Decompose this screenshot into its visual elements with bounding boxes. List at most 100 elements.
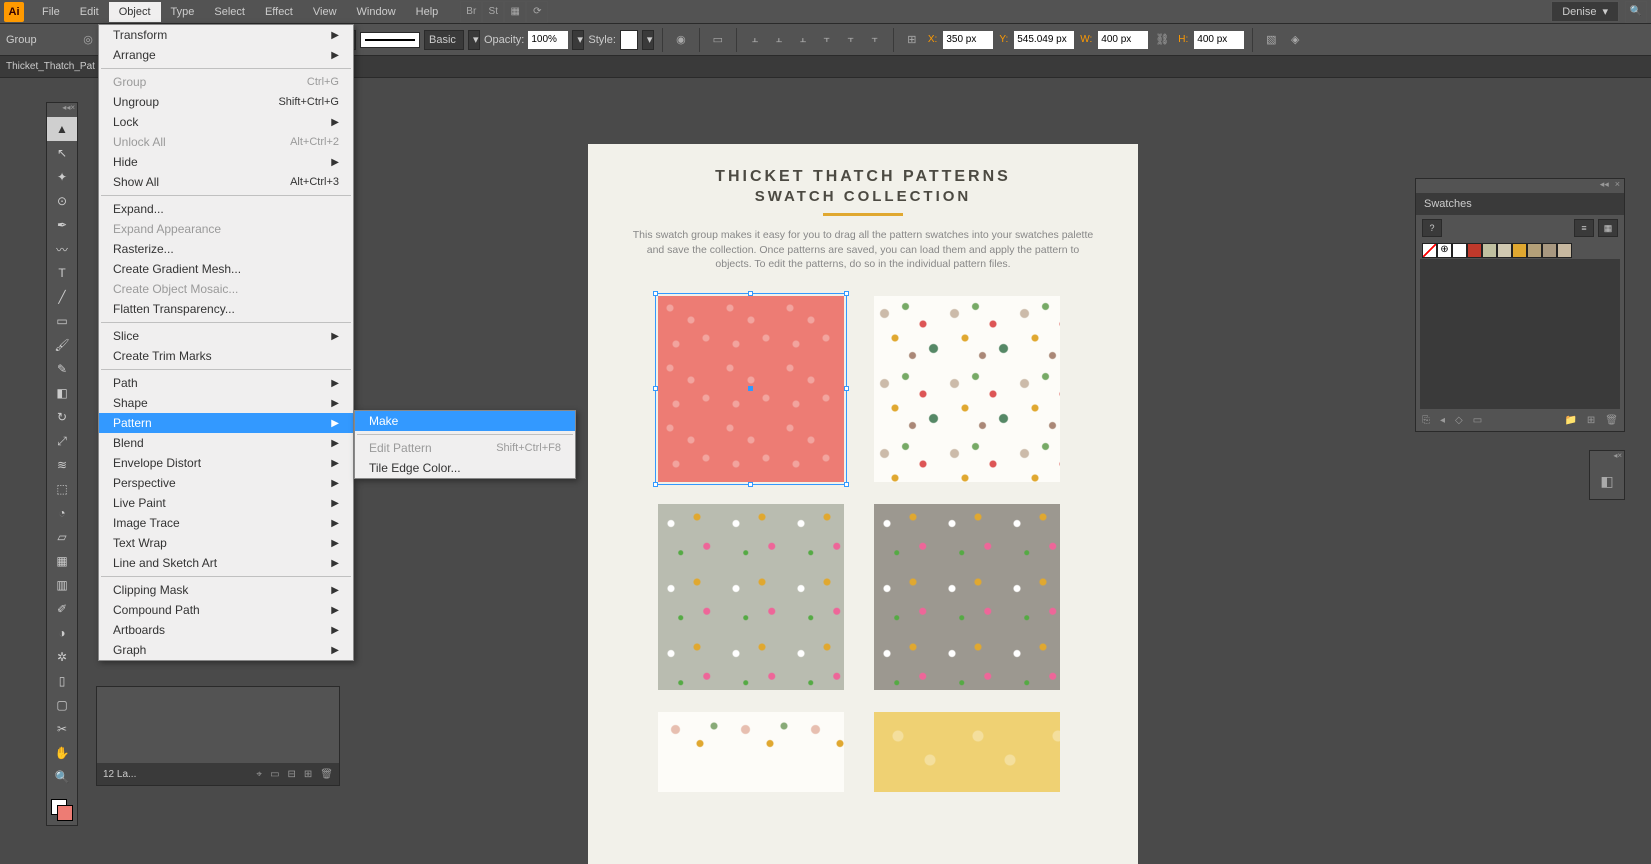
user-menu[interactable]: Denise ▾ [1551, 1, 1619, 22]
close-icon[interactable]: × [70, 103, 75, 117]
menu-item-ungroup[interactable]: UngroupShift+Ctrl+G [99, 92, 353, 112]
none-swatch[interactable] [1422, 243, 1437, 258]
menu-item-blend[interactable]: Blend▶ [99, 433, 353, 453]
menu-item-shape[interactable]: Shape▶ [99, 393, 353, 413]
new-layer-icon[interactable]: ⊞ [304, 769, 312, 780]
registration-swatch[interactable]: ⊕ [1437, 243, 1452, 258]
style-swatch[interactable] [620, 30, 638, 50]
menu-item-clipping-mask[interactable]: Clipping Mask▶ [99, 580, 353, 600]
menubar-item-effect[interactable]: Effect [255, 2, 303, 22]
selection-tool[interactable]: ▲ [47, 117, 77, 141]
align-left-icon[interactable]: ⫠ [745, 30, 765, 50]
grid-view-icon[interactable]: ▦ [1598, 219, 1618, 237]
swatch-options-icon[interactable]: ◇ [1455, 415, 1463, 426]
opacity-arrow[interactable]: ▾ [572, 30, 584, 50]
mini-swatch-0[interactable] [1452, 243, 1467, 258]
show-kind-icon[interactable]: ◂ [1440, 415, 1445, 426]
isolate-icon[interactable]: ◈ [1285, 30, 1305, 50]
close-icon[interactable]: × [1615, 179, 1620, 193]
mesh-tool[interactable]: ▦ [47, 549, 77, 573]
align-center-v-icon[interactable]: ⫟ [841, 30, 861, 50]
search-icon[interactable]: 🔍 [1625, 1, 1647, 23]
arrange-docs-icon[interactable]: ▦ [504, 1, 526, 23]
libraries-mini-panel[interactable]: ◂× ◧ [1589, 450, 1625, 500]
pencil-tool[interactable]: ✎ [47, 357, 77, 381]
mini-swatch-1[interactable] [1467, 243, 1482, 258]
menubar-item-help[interactable]: Help [406, 2, 449, 22]
locate-icon[interactable]: ⌖ [256, 769, 262, 780]
menu-item-create-gradient-mesh[interactable]: Create Gradient Mesh... [99, 259, 353, 279]
menu-item-expand[interactable]: Expand... [99, 199, 353, 219]
new-swatch-icon[interactable]: ⊞ [1587, 415, 1595, 426]
h-field[interactable]: 400 px [1194, 31, 1244, 49]
symbol-sprayer-tool[interactable]: ✲ [47, 645, 77, 669]
zoom-tool[interactable]: 🔍 [47, 765, 77, 789]
stock-icon[interactable]: St [482, 1, 504, 23]
eyedropper-tool[interactable]: ✐ [47, 597, 77, 621]
menu-item-artboards[interactable]: Artboards▶ [99, 620, 353, 640]
collapse-icon[interactable]: ◂◂ [1600, 179, 1609, 193]
menu-item-perspective[interactable]: Perspective▶ [99, 473, 353, 493]
scale-tool[interactable]: ⤢ [47, 429, 77, 453]
stroke-style-arrow[interactable]: ▾ [468, 30, 480, 50]
width-tool[interactable]: ≋ [47, 453, 77, 477]
mini-swatch-4[interactable] [1512, 243, 1527, 258]
perspective-tool[interactable]: ▱ [47, 525, 77, 549]
x-field[interactable]: 350 px [943, 31, 993, 49]
align-center-h-icon[interactable]: ⫠ [769, 30, 789, 50]
menu-item-path[interactable]: Path▶ [99, 373, 353, 393]
library-menu-icon[interactable]: ⎘ [1422, 415, 1430, 426]
make-clip-icon[interactable]: ▭ [270, 769, 279, 780]
pattern-swatch-2[interactable] [874, 296, 1060, 482]
magic-wand-tool[interactable]: ✦ [47, 165, 77, 189]
menu-item-make[interactable]: Make [355, 411, 575, 431]
direct-selection-tool[interactable]: ↖ [47, 141, 77, 165]
menu-item-envelope-distort[interactable]: Envelope Distort▶ [99, 453, 353, 473]
free-transform-tool[interactable]: ⬚ [47, 477, 77, 501]
hand-tool[interactable]: ✋ [47, 741, 77, 765]
menubar-item-select[interactable]: Select [204, 2, 255, 22]
pen-tool[interactable]: ✒ [47, 213, 77, 237]
menu-item-transform[interactable]: Transform▶ [99, 25, 353, 45]
menu-item-slice[interactable]: Slice▶ [99, 326, 353, 346]
paintbrush-tool[interactable]: 🖌 [47, 333, 77, 357]
delete-swatch-icon[interactable]: 🗑 [1605, 415, 1618, 426]
curvature-tool[interactable]: 〰 [47, 237, 77, 261]
menubar-item-object[interactable]: Object [109, 2, 161, 22]
artboard-tool[interactable]: ▢ [47, 693, 77, 717]
align-bottom-icon[interactable]: ⫟ [865, 30, 885, 50]
graph-tool[interactable]: ▯ [47, 669, 77, 693]
align-top-icon[interactable]: ⫟ [817, 30, 837, 50]
align-icon[interactable]: ▭ [708, 30, 728, 50]
menubar-item-view[interactable]: View [303, 2, 347, 22]
transform-icon[interactable]: ⊞ [902, 30, 922, 50]
menu-item-arrange[interactable]: Arrange▶ [99, 45, 353, 65]
menu-item-hide[interactable]: Hide▶ [99, 152, 353, 172]
mini-swatch-3[interactable] [1497, 243, 1512, 258]
collapse-icon[interactable]: ◂◂ [62, 103, 70, 117]
menu-item-graph[interactable]: Graph▶ [99, 640, 353, 660]
mini-swatch-5[interactable] [1527, 243, 1542, 258]
w-field[interactable]: 400 px [1098, 31, 1148, 49]
new-group-icon[interactable]: ▭ [1473, 415, 1482, 426]
menubar-item-type[interactable]: Type [161, 2, 205, 22]
pattern-swatch-1[interactable] [658, 296, 844, 482]
menu-item-text-wrap[interactable]: Text Wrap▶ [99, 533, 353, 553]
lasso-tool[interactable]: ⊙ [47, 189, 77, 213]
swatches-tab[interactable]: Swatches [1416, 193, 1624, 215]
menu-item-lock[interactable]: Lock▶ [99, 112, 353, 132]
menu-item-tile-edge-color[interactable]: Tile Edge Color... [355, 458, 575, 478]
gpu-icon[interactable]: ⟳ [526, 1, 548, 23]
new-folder-icon[interactable]: 📁 [1564, 415, 1576, 426]
mini-swatch-7[interactable] [1557, 243, 1572, 258]
blend-tool[interactable]: ◑ [47, 621, 77, 645]
menu-item-pattern[interactable]: Pattern▶ [99, 413, 353, 433]
gradient-tool[interactable]: ▥ [47, 573, 77, 597]
type-tool[interactable]: T [47, 261, 77, 285]
menu-item-live-paint[interactable]: Live Paint▶ [99, 493, 353, 513]
mini-swatch-6[interactable] [1542, 243, 1557, 258]
menu-item-flatten-transparency[interactable]: Flatten Transparency... [99, 299, 353, 319]
align-right-icon[interactable]: ⫠ [793, 30, 813, 50]
rectangle-tool[interactable]: ▭ [47, 309, 77, 333]
link-wh-icon[interactable]: ⛓ [1152, 30, 1172, 50]
